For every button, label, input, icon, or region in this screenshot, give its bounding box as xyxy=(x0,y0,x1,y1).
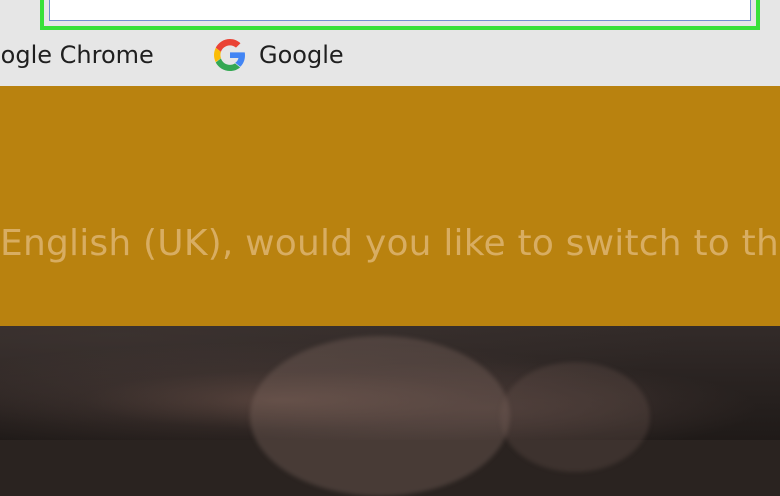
bookmarks-bar: oogle Chrome Google xyxy=(0,36,780,86)
bookmark-google-chrome[interactable]: oogle Chrome xyxy=(0,36,154,74)
bookmark-google[interactable]: Google xyxy=(214,36,344,74)
address-bar[interactable] xyxy=(49,0,751,21)
google-g-icon xyxy=(214,39,246,71)
bookmark-label: Google xyxy=(259,41,344,69)
banner-message: English (UK), would you like to switch t… xyxy=(0,223,779,264)
browser-toolbar xyxy=(0,0,780,36)
photo-highlight xyxy=(250,336,510,496)
bookmark-label: oogle Chrome xyxy=(0,41,154,69)
language-switch-banner: English (UK), would you like to switch t… xyxy=(0,86,780,326)
photo-highlight xyxy=(500,362,650,472)
background-photo xyxy=(0,326,780,496)
